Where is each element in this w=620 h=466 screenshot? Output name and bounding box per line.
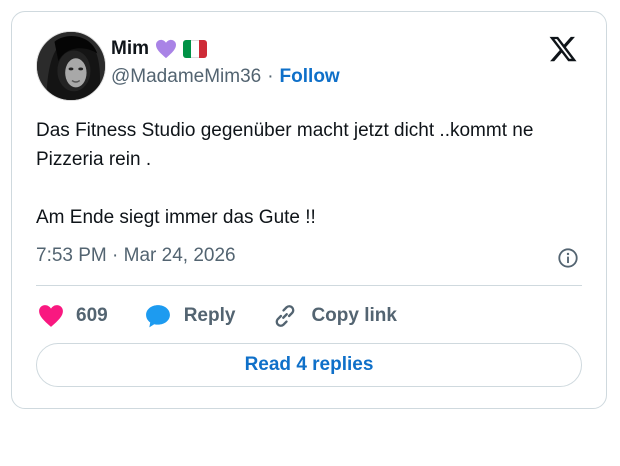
like-count: 609 — [76, 305, 108, 326]
tweet-paragraph: Am Ende siegt immer das Gute !! — [36, 207, 316, 228]
avatar-image — [37, 32, 105, 100]
heart-icon — [39, 305, 63, 327]
author-handle-row: @MadameMim36 · Follow — [111, 66, 340, 88]
separator-dot: · — [267, 66, 274, 87]
author-name[interactable]: Mim — [111, 38, 149, 60]
action-bar: 609 Reply Copy link — [38, 300, 433, 332]
author-name-row: Mim — [111, 38, 207, 60]
like-button[interactable]: 609 — [38, 304, 108, 328]
link-icon — [276, 305, 295, 327]
copy-link-button[interactable]: Copy link — [271, 302, 397, 330]
tweet-timestamp[interactable]: 7:53 PM · Mar 24, 2026 — [36, 245, 236, 267]
purple-heart-icon — [156, 39, 176, 59]
follow-button[interactable]: Follow — [280, 66, 340, 88]
reply-bubble-icon — [145, 305, 170, 328]
tweet-text: Das Fitness Studio gegenüber macht jetzt… — [36, 116, 576, 232]
author-handle[interactable]: @MadameMim36 — [111, 66, 261, 88]
info-icon[interactable] — [557, 247, 579, 269]
copy-link-label: Copy link — [311, 305, 397, 326]
read-replies-button[interactable]: Read 4 replies — [36, 343, 582, 387]
tweet-paragraph: Das Fitness Studio gegenüber macht jetzt… — [36, 120, 534, 170]
tweet-card: Mim @MadameMim36 · Follow Das Fitness St… — [11, 11, 607, 409]
reply-label: Reply — [183, 305, 236, 326]
divider — [36, 285, 582, 286]
italy-flag-icon — [183, 40, 207, 58]
x-logo-icon[interactable] — [547, 34, 579, 64]
reply-button[interactable]: Reply — [144, 303, 236, 329]
avatar[interactable] — [36, 31, 106, 101]
